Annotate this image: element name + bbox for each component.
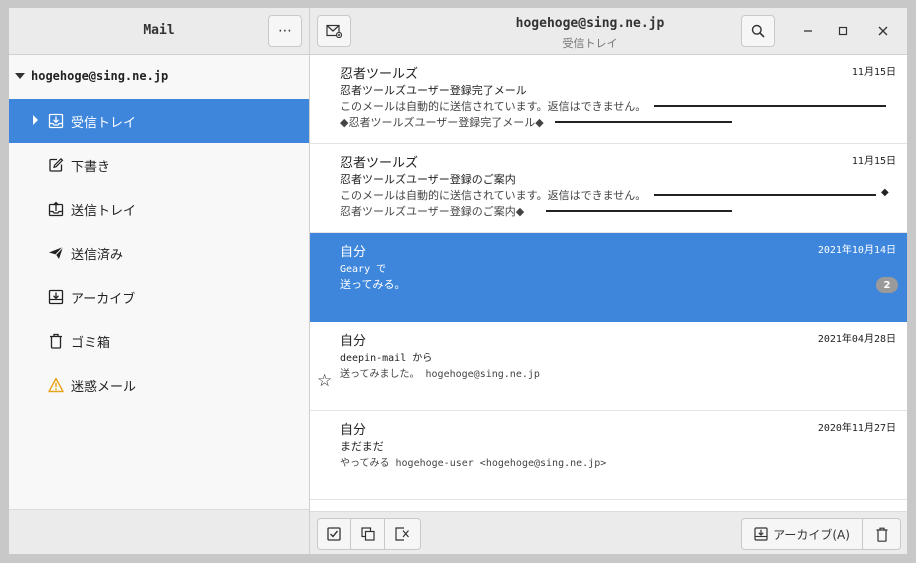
message-preview: 送ってみる。 (340, 278, 406, 291)
archive-button-label: アーカイブ(A) (773, 527, 850, 542)
message-preview: このメールは自動的に送信されています。返信はできません。 (340, 189, 647, 202)
preview-rule (654, 105, 886, 107)
message-subject: deepin-mail から (340, 353, 433, 364)
message-row-selected[interactable]: 自分 2021年10月14日 Geary で 送ってみる。 2 (310, 233, 907, 322)
folder-label: 下書き (71, 159, 111, 175)
mail-window: Mail ⋯ hogehoge@sing.ne.jp 受信トレイ hogehog… (9, 8, 907, 554)
compose-button[interactable] (317, 15, 351, 47)
drafts-icon (47, 156, 65, 174)
message-preview: やってみる hogehoge-user <hogehoge@sing.ne.jp… (340, 458, 607, 469)
message-row[interactable]: 自分 2021年04月28日 deepin-mail から 送ってみました。 h… (310, 322, 907, 411)
folder-item-inbox[interactable]: 受信トレイ (9, 99, 309, 143)
message-row[interactable]: 忍者ツールズ 11月15日 忍者ツールズユーザー登録完了メール このメールは自動… (310, 55, 907, 144)
message-sender: 忍者ツールズ (340, 156, 419, 171)
app-title: Mail (143, 23, 175, 38)
more-menu-button[interactable]: ⋯ (268, 15, 302, 47)
message-date: 2021年10月14日 (817, 245, 896, 256)
message-subject: まだまだ (340, 440, 384, 453)
expand-arrow-icon[interactable] (33, 115, 38, 125)
preview-rule (555, 121, 732, 123)
folder-label: ゴミ箱 (71, 335, 111, 351)
folder-item-junk[interactable]: 迷惑メール (9, 363, 309, 407)
sent-icon (47, 244, 65, 262)
sidebar-footer (9, 509, 309, 554)
minimize-button[interactable] (797, 20, 819, 42)
trash-icon (876, 527, 887, 542)
message-date: 11月15日 (851, 67, 896, 78)
close-button[interactable] (872, 20, 894, 42)
star-icon[interactable]: ☆ (317, 371, 332, 391)
message-subject: Geary で (340, 264, 387, 275)
conversation-header: hogehoge@sing.ne.jp 受信トレイ (309, 8, 907, 55)
maximize-button[interactable] (832, 20, 854, 42)
trash-icon (47, 332, 65, 350)
move-to-folder-icon (395, 527, 409, 541)
message-date: 11月15日 (851, 156, 896, 167)
folder-item-drafts[interactable]: 下書き (9, 143, 309, 187)
conversation-count-badge: 2 (876, 277, 898, 293)
message-date: 2020年11月27日 (817, 423, 896, 434)
copy-button[interactable] (351, 518, 385, 550)
sidebar-header: Mail ⋯ (9, 8, 309, 55)
preview-rule (546, 210, 732, 212)
message-subject: 忍者ツールズユーザー登録完了メール (340, 84, 527, 97)
account-row[interactable]: hogehoge@sing.ne.jp (15, 69, 168, 83)
folder-label: 送信トレイ (71, 203, 137, 219)
delete-button[interactable] (863, 518, 901, 550)
expand-triangle-icon[interactable] (15, 73, 25, 79)
minimize-icon (804, 30, 812, 32)
close-icon (878, 26, 888, 36)
action-toolbar: アーカイブ(A) (310, 511, 907, 554)
message-sender: 自分 (340, 423, 367, 438)
message-sender: 忍者ツールズ (340, 67, 419, 82)
outbox-icon (47, 200, 65, 218)
account-title: hogehoge@sing.ne.jp (515, 16, 665, 31)
folder-label: アーカイブ (71, 291, 136, 307)
folder-label: 受信トレイ (71, 115, 137, 131)
message-date: 2021年04月28日 (817, 334, 896, 345)
move-button[interactable] (385, 518, 421, 550)
message-preview-line2: 忍者ツールズユーザー登録のご案内◆ (340, 205, 525, 218)
compose-icon (326, 24, 342, 38)
copy-icon (360, 527, 375, 541)
folder-item-archive[interactable]: アーカイブ (9, 275, 309, 319)
folder-item-outbox[interactable]: 送信トレイ (9, 187, 309, 231)
folder-item-trash[interactable]: ゴミ箱 (9, 319, 309, 363)
message-sender: 自分 (340, 334, 367, 349)
search-icon (751, 24, 765, 38)
junk-icon (47, 376, 65, 394)
folder-label: 送信済み (71, 247, 124, 263)
archive-icon (754, 527, 768, 541)
folder-subtitle: 受信トレイ (562, 37, 618, 50)
checkbox-icon (327, 527, 341, 541)
archive-icon (47, 288, 65, 306)
select-button[interactable] (317, 518, 351, 550)
folder-sidebar: hogehoge@sing.ne.jp 受信トレイ 下書き 送信トレイ 送信済み… (9, 55, 310, 554)
preview-end-mark: ◆ (881, 187, 889, 198)
message-row[interactable]: 自分 2020年11月27日 まだまだ やってみる hogehoge-user … (310, 411, 907, 500)
archive-button[interactable]: アーカイブ(A) (741, 518, 863, 550)
search-button[interactable] (741, 15, 775, 47)
account-name: hogehoge@sing.ne.jp (31, 69, 169, 83)
preview-rule (654, 194, 876, 196)
folder-item-sent[interactable]: 送信済み (9, 231, 309, 275)
message-list[interactable]: 忍者ツールズ 11月15日 忍者ツールズユーザー登録完了メール このメールは自動… (310, 55, 907, 511)
message-preview: このメールは自動的に送信されています。返信はできません。 (340, 100, 647, 113)
message-subject: 忍者ツールズユーザー登録のご案内 (340, 173, 516, 186)
message-preview-line2: ◆忍者ツールズユーザー登録完了メール◆ (340, 116, 544, 129)
maximize-icon (838, 26, 848, 36)
message-row[interactable]: 忍者ツールズ 11月15日 忍者ツールズユーザー登録のご案内 このメールは自動的… (310, 144, 907, 233)
folder-label: 迷惑メール (71, 379, 137, 395)
message-preview: 送ってみました。 hogehoge@sing.ne.jp (340, 369, 540, 380)
inbox-icon (47, 112, 65, 130)
message-sender: 自分 (340, 245, 367, 260)
